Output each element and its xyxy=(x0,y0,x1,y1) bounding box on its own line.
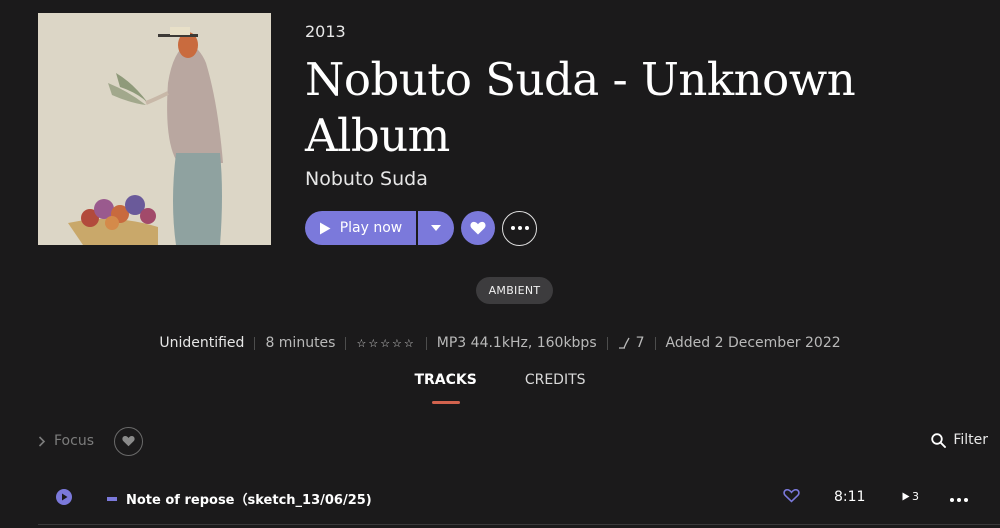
track-title[interactable]: Note of repose（sketch_13/06/25) xyxy=(126,489,372,508)
track-favorite-button[interactable] xyxy=(783,488,800,507)
meta-divider xyxy=(654,336,656,350)
tab-tracks-label: TRACKS xyxy=(414,372,477,388)
focus-toggle[interactable]: Focus xyxy=(38,433,94,449)
meta-format: MP3 44.1kHz, 160kbps xyxy=(436,335,597,351)
more-icon xyxy=(950,498,968,502)
album-artist[interactable]: Nobuto Suda xyxy=(305,168,428,190)
track-play-button[interactable] xyxy=(56,489,72,509)
now-playing-indicator xyxy=(107,497,117,501)
filter-button[interactable]: Filter xyxy=(931,432,988,448)
rating-stars[interactable]: ☆☆☆☆☆ xyxy=(356,337,415,350)
play-now-button[interactable]: Play now xyxy=(305,211,416,245)
track-play-count: 3 xyxy=(902,490,919,503)
album-meta: Unidentified 8 minutes ☆☆☆☆☆ MP3 44.1kHz… xyxy=(0,335,1000,351)
meta-divider xyxy=(606,336,608,350)
table-row[interactable]: Note of repose（sketch_13/06/25) 8:11 3 xyxy=(38,478,1000,525)
loudness-icon xyxy=(618,337,630,349)
play-icon xyxy=(319,222,331,234)
track-play-count-value: 3 xyxy=(912,490,919,503)
track-toolbar: Focus xyxy=(38,426,143,456)
play-options-dropdown[interactable] xyxy=(418,211,454,245)
chevron-right-icon xyxy=(38,435,46,447)
heart-icon xyxy=(783,488,800,503)
track-more-button[interactable] xyxy=(950,487,968,506)
genre-tag[interactable]: AMBIENT xyxy=(476,277,553,304)
meta-duration: 8 minutes xyxy=(265,335,336,351)
tab-tracks[interactable]: TRACKS xyxy=(414,372,477,404)
album-year: 2013 xyxy=(305,22,346,41)
row-divider xyxy=(38,524,1000,525)
heart-icon xyxy=(122,436,135,447)
album-actions: Play now xyxy=(305,210,537,246)
favorite-button[interactable] xyxy=(461,211,495,245)
meta-added: Added 2 December 2022 xyxy=(665,335,841,351)
meta-divider xyxy=(425,336,427,350)
play-icon xyxy=(902,492,910,501)
album-tabs: TRACKS CREDITS xyxy=(0,372,1000,404)
heart-icon xyxy=(470,221,486,235)
chevron-down-icon xyxy=(431,225,441,231)
more-options-button[interactable] xyxy=(502,210,537,246)
album-cover-art xyxy=(38,13,271,245)
tab-credits-label: CREDITS xyxy=(524,372,586,388)
album-cover[interactable] xyxy=(38,13,271,245)
meta-source: Unidentified xyxy=(159,335,245,351)
focus-favorites-button[interactable] xyxy=(113,426,143,456)
meta-divider xyxy=(254,336,256,350)
album-title: Nobuto Suda - Unknown Album xyxy=(305,53,856,162)
track-duration: 8:11 xyxy=(834,489,866,505)
play-circle-icon xyxy=(56,489,72,505)
play-now-label: Play now xyxy=(339,220,403,236)
search-icon xyxy=(931,432,947,448)
filter-label: Filter xyxy=(953,432,988,448)
active-tab-indicator xyxy=(431,401,460,404)
tab-credits[interactable]: CREDITS xyxy=(525,372,586,398)
meta-loudness: 7 xyxy=(635,335,645,351)
focus-label: Focus xyxy=(54,433,94,449)
more-icon xyxy=(510,226,529,230)
meta-divider xyxy=(345,336,347,350)
